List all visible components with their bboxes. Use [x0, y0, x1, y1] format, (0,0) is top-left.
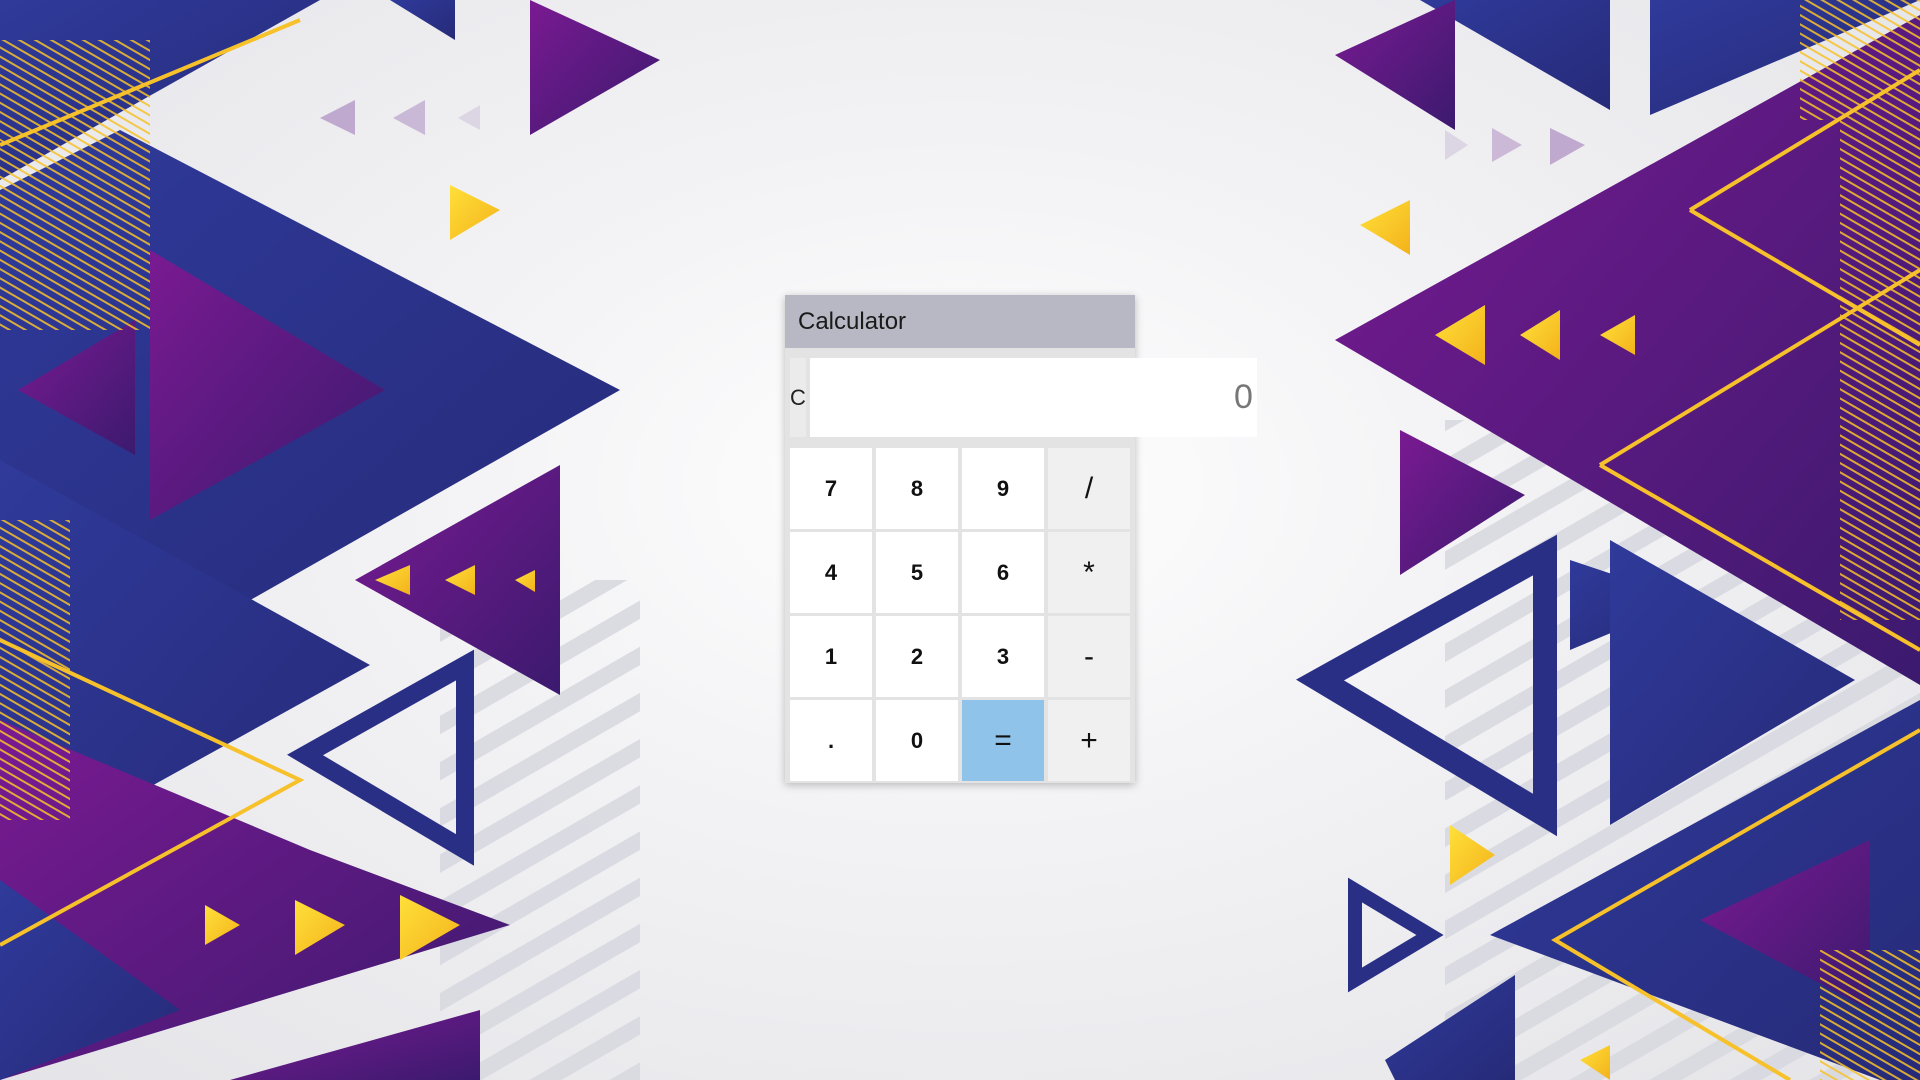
- key-1[interactable]: 1: [790, 616, 872, 697]
- clear-button[interactable]: C: [790, 358, 806, 437]
- key-5[interactable]: 5: [876, 532, 958, 613]
- key-4[interactable]: 4: [790, 532, 872, 613]
- key-6[interactable]: 6: [962, 532, 1044, 613]
- decimal-key[interactable]: .: [790, 700, 872, 781]
- subtract-key[interactable]: -: [1048, 616, 1130, 697]
- multiply-key[interactable]: *: [1048, 532, 1130, 613]
- key-0[interactable]: 0: [876, 700, 958, 781]
- key-2[interactable]: 2: [876, 616, 958, 697]
- left-decoration: [0, 0, 660, 1080]
- key-7[interactable]: 7: [790, 448, 872, 529]
- key-8[interactable]: 8: [876, 448, 958, 529]
- keypad: 7 8 9/ 4 5 6 * 1 2 3-. 0 = +: [790, 448, 1130, 781]
- right-decoration: [1296, 0, 1920, 1080]
- display-row: C: [790, 358, 1257, 437]
- calculator-window: Calculator C 789/ 456* 123-.0=+: [785, 295, 1257, 783]
- equals-key[interactable]: =: [962, 700, 1044, 781]
- window-title: Calculator: [785, 295, 1135, 348]
- divide-key[interactable]: /: [1048, 448, 1130, 529]
- key-9[interactable]: 9: [962, 448, 1044, 529]
- key-3[interactable]: 3: [962, 616, 1044, 697]
- display-input[interactable]: [809, 358, 1257, 437]
- add-key[interactable]: +: [1048, 700, 1130, 781]
